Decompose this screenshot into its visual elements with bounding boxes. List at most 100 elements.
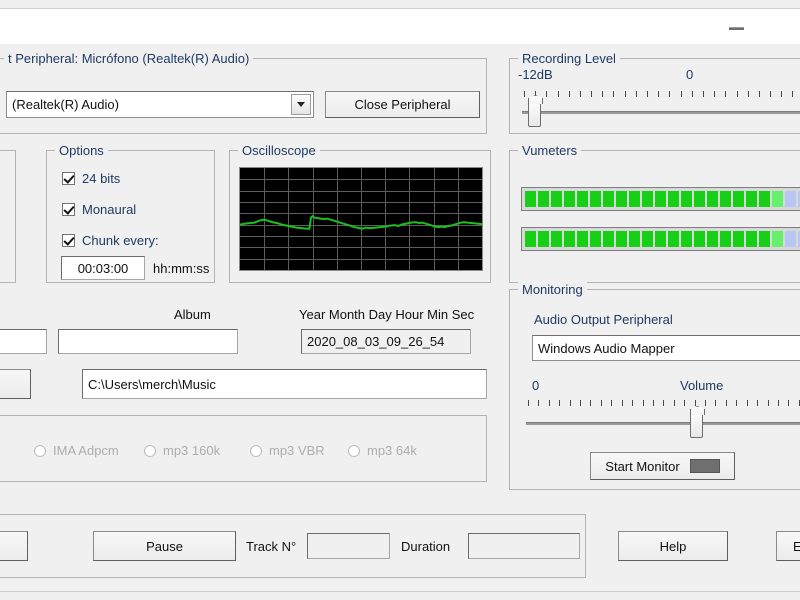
vumeter-segment (720, 231, 731, 247)
vumeter-segment (694, 231, 705, 247)
audio-output-combo[interactable]: Windows Audio Mapper (532, 335, 800, 361)
vumeter-segment (707, 191, 718, 207)
vumeter-segment (785, 191, 796, 207)
vumeter-segment (642, 231, 653, 247)
radio-icon (348, 444, 360, 457)
vumeter-segment (590, 191, 601, 207)
audio-output-value: Windows Audio Mapper (538, 340, 675, 356)
volume-ticks (526, 400, 800, 409)
vumeter-segment (785, 231, 796, 247)
vumeter-segment (538, 231, 549, 247)
vumeter-segment (681, 191, 692, 207)
peripheral-combo[interactable]: (Realtek(R) Audio) (6, 91, 314, 118)
vumeters-group: Vumeters (509, 143, 800, 283)
option-monaural-label: Monaural (82, 202, 137, 217)
album-label: Album (174, 307, 211, 322)
chunk-time-input[interactable]: 00:03:00 (61, 256, 145, 280)
datetime-label: Year Month Day Hour Min Sec (299, 307, 475, 322)
exit-button[interactable]: E (776, 531, 800, 561)
start-monitor-button[interactable]: Start Monitor (590, 452, 735, 480)
vumeter-segment (590, 231, 601, 247)
format-option-mp3-64k[interactable]: mp3 64k (348, 443, 417, 458)
format-option-mp3-160k-label: mp3 160k (163, 443, 221, 458)
album-input[interactable] (58, 329, 238, 354)
volume-thumb[interactable] (690, 412, 703, 438)
record-button[interactable]: rd (0, 531, 28, 561)
oscilloscope-group-title: Oscilloscope (238, 143, 320, 158)
checkbox-icon (62, 203, 75, 216)
vumeter-segment (525, 231, 536, 247)
peripheral-group-title: t Peripheral: Micrófono (Realtek(R) Audi… (4, 51, 254, 66)
format-option-mp3-160k[interactable]: mp3 160k (144, 443, 220, 458)
folder-button[interactable]: Folder (0, 369, 31, 399)
minimize-button[interactable] (714, 9, 760, 43)
option-monaural[interactable]: Monaural (62, 202, 136, 217)
vumeter-segment (746, 191, 757, 207)
vumeter-segment (655, 231, 666, 247)
rate-group: ate s s Sps kSps (0, 150, 16, 283)
checkbox-icon (62, 234, 75, 247)
folder-path-input[interactable]: C:\Users\merch\Music (82, 369, 487, 399)
datetime-input[interactable]: 2020_08_03_09_26_54 (301, 329, 471, 354)
track-number-label: Track N° (246, 539, 297, 554)
option-chunk-label: Chunk every: (82, 233, 159, 248)
vumeter-segment (746, 231, 757, 247)
monitoring-group-title: Monitoring (518, 282, 587, 297)
vumeter-segment (551, 191, 562, 207)
vumeter-segment (629, 231, 640, 247)
help-button[interactable]: Help (618, 531, 728, 561)
peripheral-combo-value: (Realtek(R) Audio) (12, 97, 119, 112)
vumeter-segment (733, 191, 744, 207)
recording-level-ticks (522, 91, 800, 100)
title-bar: ot (0, 8, 800, 44)
vumeter-segment (642, 191, 653, 207)
vumeter-right (521, 227, 800, 251)
vumeter-segment (577, 191, 588, 207)
vumeter-segment (772, 231, 783, 247)
recording-level-thumb[interactable] (528, 101, 541, 127)
vumeter-segment (720, 191, 731, 207)
close-peripheral-button[interactable]: Close Peripheral (325, 91, 480, 118)
vumeter-segment (525, 191, 536, 207)
vumeter-segment (603, 191, 614, 207)
option-24bits-label: 24 bits (82, 171, 121, 186)
format-option-mp3-64k-label: mp3 64k (367, 443, 417, 458)
format-option-ima-adpcm-label: IMA Adpcm (53, 443, 119, 458)
recording-level-min-label: -12dB (518, 67, 553, 82)
pause-button[interactable]: Pause (93, 531, 236, 561)
volume-slider[interactable] (526, 400, 800, 438)
recording-level-max-label: 0 (686, 67, 694, 82)
recording-level-track (522, 111, 800, 114)
checkbox-icon (62, 172, 75, 185)
recording-level-slider[interactable] (522, 91, 800, 127)
vumeter-segment (668, 231, 679, 247)
oscilloscope-display (239, 167, 483, 271)
vumeter-segment (655, 191, 666, 207)
monitoring-group: Monitoring Audio Output Peripheral Windo… (509, 282, 800, 490)
vumeter-segment (564, 231, 575, 247)
vumeter-segment (681, 231, 692, 247)
track-number-input[interactable] (307, 533, 390, 559)
volume-track (526, 422, 800, 425)
audio-output-peripheral-label: Audio Output Peripheral (534, 312, 673, 327)
vumeter-segment (694, 191, 705, 207)
options-group-title: Options (55, 143, 108, 158)
vumeter-segment (629, 191, 640, 207)
vumeter-segment (616, 231, 627, 247)
chunk-format-label: hh:mm:ss (153, 261, 210, 276)
duration-input[interactable] (468, 533, 580, 559)
format-group: at wav IMA Adpcm mp3 160k mp3 VBR mp3 64… (0, 415, 487, 482)
format-option-mp3-vbr[interactable]: mp3 VBR (250, 443, 325, 458)
monitor-status-led (689, 459, 720, 473)
option-24bits[interactable]: 24 bits (62, 171, 120, 186)
format-option-mp3-vbr-label: mp3 VBR (269, 443, 325, 458)
option-chunk-every[interactable]: Chunk every: (62, 233, 159, 248)
vumeters-group-title: Vumeters (518, 143, 582, 158)
app-window: ot t Peripheral: Micrófono (Realtek(R) A… (0, 0, 800, 600)
format-option-ima-adpcm[interactable]: IMA Adpcm (34, 443, 119, 458)
radio-icon (144, 444, 156, 457)
artist-input[interactable] (0, 329, 47, 354)
minimize-icon (729, 27, 744, 30)
vumeter-segment (772, 191, 783, 207)
chevron-down-icon[interactable] (291, 94, 311, 115)
